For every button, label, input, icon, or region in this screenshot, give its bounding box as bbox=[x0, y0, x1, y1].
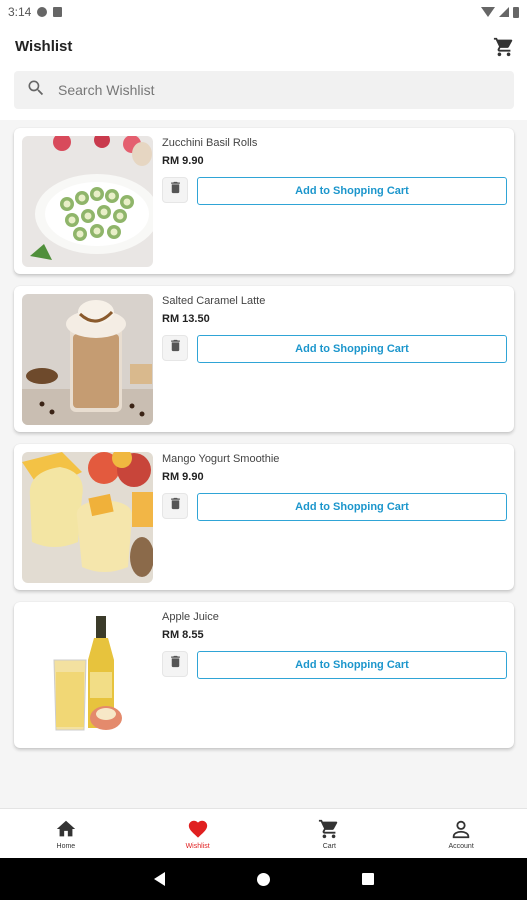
trash-icon bbox=[168, 496, 183, 516]
signal-icon bbox=[499, 7, 509, 17]
nav-label: Account bbox=[448, 842, 474, 850]
product-image bbox=[22, 452, 153, 583]
home-icon bbox=[55, 818, 77, 843]
add-to-cart-button[interactable]: Add to Shopping Cart bbox=[197, 651, 507, 679]
app-bar: Wishlist bbox=[0, 24, 527, 120]
product-price: RM 13.50 bbox=[162, 313, 210, 325]
nav-label: Home bbox=[56, 842, 76, 850]
wishlist-item: Zucchini Basil Rolls RM 9.90 Add to Shop… bbox=[14, 128, 514, 274]
wishlist-item: Salted Caramel Latte RM 13.50 Add to Sho… bbox=[14, 286, 514, 432]
notification-icon bbox=[37, 7, 48, 17]
back-icon[interactable] bbox=[153, 872, 165, 886]
product-price: RM 8.55 bbox=[162, 629, 204, 641]
nav-label: Wishlist bbox=[185, 842, 210, 850]
recents-icon[interactable] bbox=[361, 873, 374, 885]
delete-button[interactable] bbox=[162, 651, 188, 677]
product-price: RM 9.90 bbox=[162, 471, 204, 483]
trash-icon bbox=[168, 338, 183, 358]
delete-button[interactable] bbox=[162, 493, 188, 519]
product-name: Zucchini Basil Rolls bbox=[162, 137, 258, 149]
product-name: Mango Yogurt Smoothie bbox=[162, 453, 280, 465]
trash-icon bbox=[168, 654, 183, 674]
bottom-navigation: Home Wishlist Cart Account bbox=[0, 808, 527, 858]
product-price: RM 9.90 bbox=[162, 155, 204, 167]
product-name: Apple Juice bbox=[162, 611, 219, 623]
status-time: 3:14 bbox=[8, 5, 32, 19]
home-circle-icon[interactable] bbox=[256, 872, 270, 886]
nav-item-cart[interactable]: Cart bbox=[264, 809, 396, 858]
battery-icon bbox=[513, 6, 519, 18]
heart-icon bbox=[187, 818, 209, 843]
delete-button[interactable] bbox=[162, 177, 188, 203]
search-bar[interactable] bbox=[14, 71, 514, 109]
product-image bbox=[22, 136, 153, 267]
nav-item-home[interactable]: Home bbox=[0, 809, 132, 858]
page-title: Wishlist bbox=[15, 38, 73, 55]
nav-item-account[interactable]: Account bbox=[395, 809, 527, 858]
wishlist-item: Mango Yogurt Smoothie RM 9.90 Add to Sho… bbox=[14, 444, 514, 590]
wishlist-list: Zucchini Basil Rolls RM 9.90 Add to Shop… bbox=[14, 128, 514, 760]
nav-item-wishlist[interactable]: Wishlist bbox=[132, 809, 264, 858]
search-icon bbox=[26, 78, 46, 103]
nav-label: Cart bbox=[322, 842, 336, 850]
trash-icon bbox=[168, 180, 183, 200]
wifi-icon bbox=[481, 7, 495, 17]
system-nav-bar bbox=[0, 858, 527, 900]
delete-button[interactable] bbox=[162, 335, 188, 361]
add-to-cart-button[interactable]: Add to Shopping Cart bbox=[197, 493, 507, 521]
product-image bbox=[22, 294, 153, 425]
product-name: Salted Caramel Latte bbox=[162, 295, 266, 307]
cart-icon[interactable] bbox=[493, 36, 515, 58]
add-to-cart-button[interactable]: Add to Shopping Cart bbox=[197, 177, 507, 205]
wishlist-item: Apple Juice RM 8.55 Add to Shopping Cart bbox=[14, 602, 514, 748]
search-input[interactable] bbox=[58, 82, 478, 98]
add-to-cart-button[interactable]: Add to Shopping Cart bbox=[197, 335, 507, 363]
account-icon bbox=[450, 818, 472, 843]
status-bar: 3:14 bbox=[0, 0, 527, 24]
product-image bbox=[22, 610, 153, 741]
sd-card-icon bbox=[53, 7, 63, 17]
cart-icon bbox=[318, 818, 340, 843]
